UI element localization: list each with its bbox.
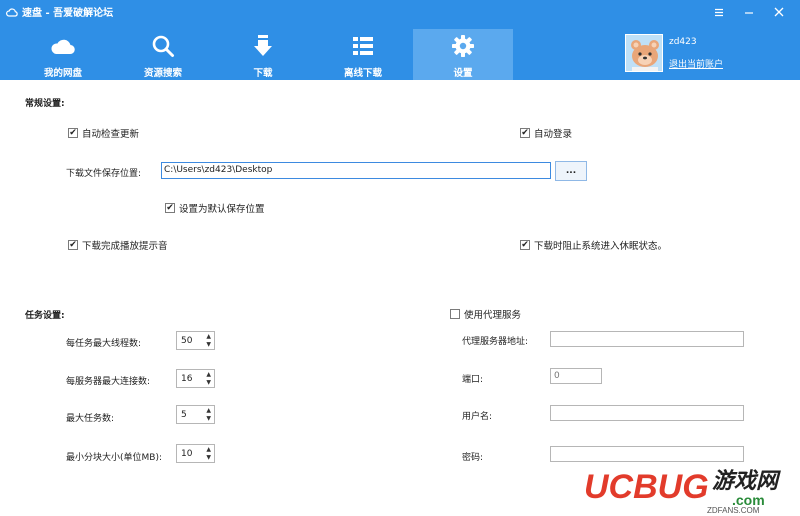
proxy-option[interactable]: 使用代理服务 [450,307,521,321]
decrement-icon[interactable]: ▼ [206,415,211,423]
cloud-icon [51,39,75,55]
user-name: zd423 [669,37,697,47]
nav-my-drive[interactable]: 我的网盘 [13,29,113,80]
max-tasks-label: 最大任务数: [66,414,115,424]
proxy-server-label: 代理服务器地址: [462,337,529,347]
proxy-checkbox[interactable] [450,309,460,319]
menu-icon [715,8,723,16]
max-threads-value: 50 [181,336,193,346]
max-threads-stepper[interactable]: 50 ▲ ▼ [176,331,215,350]
play-sound-checkbox[interactable]: ✔ [68,240,78,250]
proxy-port-field[interactable]: 0 [550,368,602,384]
window-title: 速盘 - 吾爱破解论坛 [22,8,114,19]
app-title: 速盘 - 吾爱破解论坛 [6,4,113,19]
app-cloud-icon [6,7,18,17]
bear-avatar-icon [626,35,662,71]
proxy-password-label: 密码: [462,453,484,463]
nav-offline-download[interactable]: 离线下载 [313,29,413,80]
save-path-input[interactable]: C:\Users\zd423\Desktop [161,162,551,179]
decrement-icon[interactable]: ▼ [206,341,211,349]
close-icon [774,7,784,17]
max-connections-label: 每服务器最大连接数: [66,377,151,387]
min-block-value: 10 [181,449,193,459]
avatar[interactable] [625,34,663,72]
min-block-label: 最小分块大小(单位MB): [66,453,162,463]
play-sound-option[interactable]: ✔ 下载完成播放提示音 [68,238,168,252]
max-connections-stepper[interactable]: 16 ▲ ▼ [176,369,215,388]
download-icon [254,35,272,56]
proxy-username-field[interactable] [550,405,744,421]
proxy-port-label: 端口: [462,375,484,385]
proxy-password-field[interactable] [550,446,744,462]
max-threads-label: 每任务最大线程数: [66,339,142,349]
increment-icon[interactable]: ▲ [206,371,211,379]
main-nav: 我的网盘 资源搜索 下载 离线下载 设置 [13,29,513,80]
header-bar: 速盘 - 吾爱破解论坛 我的网盘 资源搜索 下载 离线下载 设置 zd423 退… [0,0,800,80]
set-default-path-checkbox[interactable]: ✔ [165,203,175,213]
ucbug-watermark: UCBUG 游戏网 .com ZDFANS.COM [584,468,781,514]
nav-label-offline-download: 离线下载 [343,68,382,79]
prevent-sleep-option[interactable]: ✔ 下载时阻止系统进入休眠状态。 [520,238,667,252]
prevent-sleep-checkbox[interactable]: ✔ [520,240,530,250]
nav-search[interactable]: 资源搜索 [113,29,213,80]
gear-icon [452,35,474,57]
decrement-icon[interactable]: ▼ [206,454,211,462]
auto-login-label: 自动登录 [534,129,573,140]
auto-login-checkbox[interactable]: ✔ [520,128,530,138]
set-default-path-label: 设置为默认保存位置 [179,204,265,215]
max-tasks-stepper[interactable]: 5 ▲ ▼ [176,405,215,424]
nav-label-my-drive: 我的网盘 [43,68,82,79]
increment-icon[interactable]: ▲ [206,407,211,415]
nav-label-search: 资源搜索 [143,68,182,79]
minimize-icon [745,11,753,14]
play-sound-label: 下载完成播放提示音 [82,241,168,252]
nav-download[interactable]: 下载 [213,29,313,80]
minimize-button[interactable] [734,3,764,21]
general-settings-title: 常规设置: [25,99,65,109]
increment-icon[interactable]: ▲ [206,446,211,454]
max-tasks-value: 5 [181,410,187,420]
menu-button[interactable] [704,3,734,21]
save-path-label: 下载文件保存位置: [66,169,142,179]
watermark-brand: UCBUG [584,468,709,506]
browse-button[interactable]: ... [555,161,587,181]
list-icon [353,37,373,55]
nav-label-download: 下载 [253,68,273,79]
watermark-sub: 游戏网 [712,469,781,494]
logout-link[interactable]: 退出当前账户 [669,57,723,70]
increment-icon[interactable]: ▲ [206,333,211,341]
search-icon [152,35,174,57]
auto-update-checkbox[interactable]: ✔ [68,128,78,138]
min-block-stepper[interactable]: 10 ▲ ▼ [176,444,215,463]
nav-label-settings: 设置 [453,68,473,79]
decrement-icon[interactable]: ▼ [206,379,211,387]
nav-settings[interactable]: 设置 [413,29,513,80]
proxy-username-label: 用户名: [462,412,493,422]
max-connections-value: 16 [181,374,193,384]
title-bar: 速盘 - 吾爱破解论坛 [0,0,800,24]
auto-update-option[interactable]: ✔ 自动检查更新 [68,126,139,140]
set-default-path-option[interactable]: ✔ 设置为默认保存位置 [165,201,265,215]
proxy-label: 使用代理服务 [464,310,522,321]
auto-update-label: 自动检查更新 [82,129,140,140]
auto-login-option[interactable]: ✔ 自动登录 [520,126,572,140]
proxy-server-field[interactable] [550,331,744,347]
watermark-url: ZDFANS.COM [707,506,760,514]
task-settings-title: 任务设置: [25,311,65,321]
close-button[interactable] [764,3,794,21]
prevent-sleep-label: 下载时阻止系统进入休眠状态。 [534,241,668,252]
